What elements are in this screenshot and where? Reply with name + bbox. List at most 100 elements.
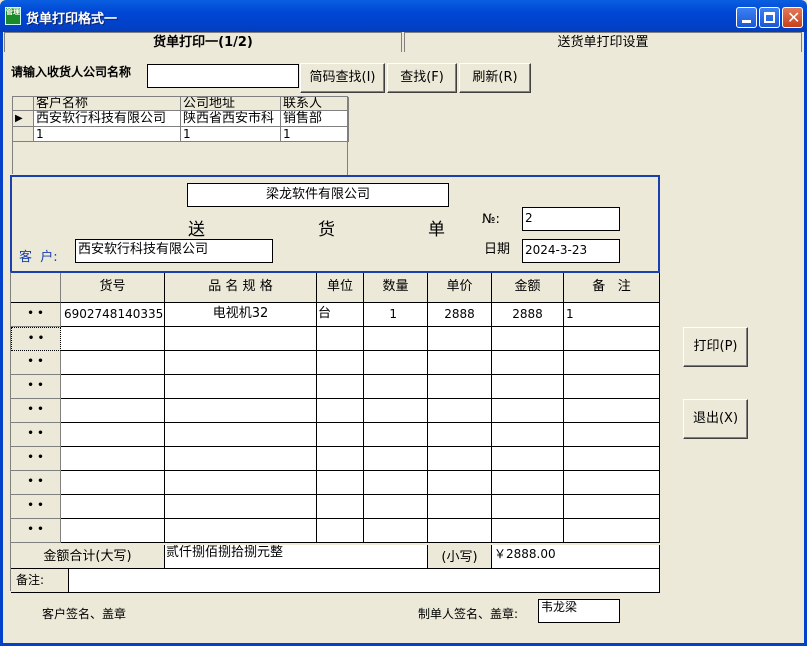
col-contact[interactable]: 联系人 [281,97,349,111]
items-grid[interactable]: 货号 品 名 规 格 单位 数量 单价 金额 备 注 • • 690274814… [10,271,660,593]
item-cell[interactable] [564,375,660,399]
company-name-field[interactable]: 梁龙软件有限公司 [187,183,449,207]
item-cell[interactable] [428,471,492,495]
item-cell[interactable] [165,351,317,375]
item-cell[interactable] [61,447,165,471]
item-cell[interactable] [564,495,660,519]
item-cell[interactable] [61,375,165,399]
item-cell[interactable] [364,495,428,519]
item-cell[interactable] [564,447,660,471]
item-cell[interactable] [492,519,564,543]
item-cell[interactable] [317,399,364,423]
item-cell[interactable] [564,327,660,351]
item-cell[interactable] [428,519,492,543]
print-button[interactable]: 打印(P) [683,327,748,367]
exit-button[interactable]: 退出(X) [683,399,748,439]
maximize-button[interactable] [759,7,780,28]
item-cell[interactable] [61,351,165,375]
item-cell[interactable] [428,327,492,351]
item-cell[interactable] [428,447,492,471]
item-cell[interactable] [428,495,492,519]
title-bar[interactable]: 管理 货单打印格式一 ✕ [0,0,807,32]
row-selector[interactable]: • • [11,327,61,351]
row-selector[interactable]: • • [11,303,61,327]
grid-cell[interactable]: 1 [181,127,281,142]
item-cell[interactable] [61,495,165,519]
item-cell[interactable] [564,351,660,375]
item-cell[interactable] [61,423,165,447]
col-unit-price[interactable]: 单价 [428,273,492,303]
col-customer-name[interactable]: 客户名称 [34,97,181,111]
item-cell[interactable]: 2888 [492,303,564,327]
item-cell[interactable] [492,471,564,495]
item-cell[interactable] [364,423,428,447]
item-cell[interactable]: 6902748140335 [61,303,165,327]
item-cell[interactable] [364,471,428,495]
item-cell[interactable] [564,471,660,495]
item-cell[interactable] [364,399,428,423]
col-item-no[interactable]: 货号 [61,273,165,303]
item-cell[interactable] [61,399,165,423]
item-cell[interactable] [165,327,317,351]
item-cell[interactable] [364,327,428,351]
grid-cell[interactable]: 销售部 [281,111,349,127]
item-cell[interactable] [61,519,165,543]
total-upper-value[interactable]: 贰仟捌佰捌拾捌元整 [165,545,428,569]
item-cell[interactable] [317,471,364,495]
item-cell[interactable] [492,375,564,399]
col-remark[interactable]: 备 注 [564,273,660,303]
row-selector[interactable]: • • [11,519,61,543]
col-product-spec[interactable]: 品 名 规 格 [165,273,317,303]
item-cell[interactable] [428,423,492,447]
code-search-button[interactable]: 简码查找(I) [300,63,385,93]
item-cell[interactable] [165,399,317,423]
item-cell[interactable] [317,447,364,471]
item-cell[interactable]: 台 [317,303,364,327]
find-button[interactable]: 查找(F) [387,63,457,93]
item-cell[interactable] [492,495,564,519]
grid-cell[interactable]: 西安软行科技有限公司 [34,111,181,127]
item-cell[interactable]: 1 [564,303,660,327]
row-selector[interactable]: • • [11,351,61,375]
tab-print-format-1[interactable]: 货单打印一(1/2) [4,32,402,52]
item-cell[interactable] [564,423,660,447]
item-cell[interactable] [165,471,317,495]
item-cell[interactable] [165,519,317,543]
col-company-address[interactable]: 公司地址 [181,97,281,111]
item-cell[interactable] [364,519,428,543]
total-lower-value[interactable]: ￥2888.00 [492,545,660,569]
grid-cell[interactable]: 1 [281,127,349,142]
col-amount[interactable]: 金额 [492,273,564,303]
item-cell[interactable] [428,399,492,423]
row-pointer-icon[interactable]: ▶ [13,111,34,127]
item-cell[interactable] [317,423,364,447]
row-selector[interactable] [13,127,34,142]
row-selector[interactable]: • • [11,495,61,519]
grid-cell[interactable]: 陕西省西安市科 [181,111,281,127]
row-selector[interactable]: • • [11,423,61,447]
item-cell[interactable] [492,327,564,351]
close-button[interactable]: ✕ [782,7,803,28]
item-cell[interactable] [428,375,492,399]
row-selector[interactable]: • • [11,375,61,399]
item-cell[interactable] [317,519,364,543]
grid-cell[interactable]: 1 [34,127,181,142]
date-field[interactable]: 2024-3-23 [522,239,620,263]
maker-sign-field[interactable]: 韦龙梁 [538,599,620,623]
tab-print-settings[interactable]: 送货单打印设置 [404,32,802,52]
customer-grid[interactable]: 客户名称 公司地址 联系人 ▶ 西安软行科技有限公司 陕西省西安市科 销售部 1… [12,96,349,174]
item-cell[interactable] [564,519,660,543]
item-cell[interactable] [428,351,492,375]
col-unit[interactable]: 单位 [317,273,364,303]
row-selector[interactable]: • • [11,399,61,423]
item-cell[interactable] [165,447,317,471]
item-cell[interactable] [492,447,564,471]
remark-field[interactable] [69,569,660,593]
item-cell[interactable] [165,375,317,399]
number-field[interactable]: 2 [522,207,620,231]
item-cell[interactable] [364,351,428,375]
item-cell[interactable] [61,327,165,351]
item-cell[interactable] [317,375,364,399]
item-cell[interactable] [364,375,428,399]
item-cell[interactable] [165,423,317,447]
